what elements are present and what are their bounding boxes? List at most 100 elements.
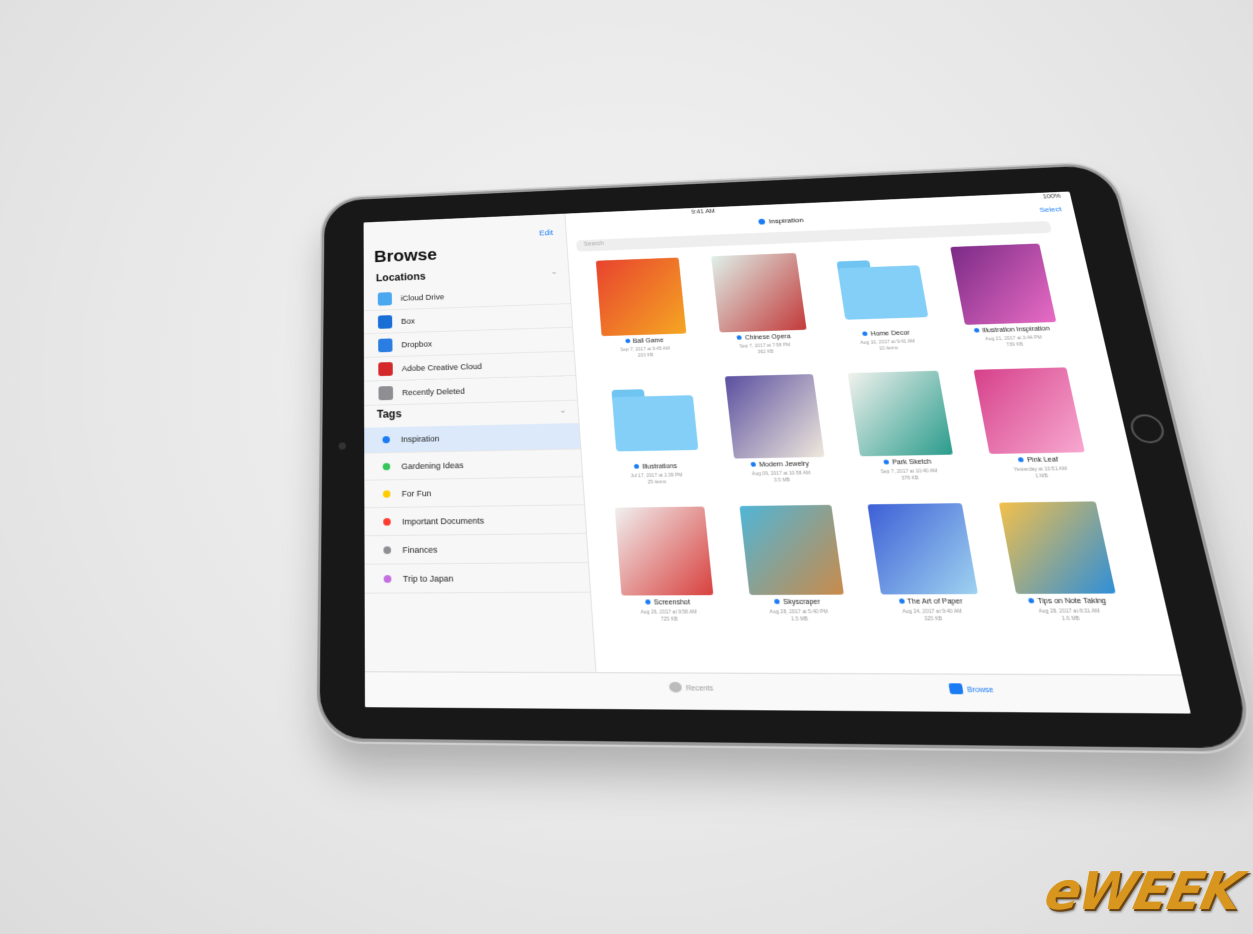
file-thumbnail [739, 504, 844, 596]
file-item[interactable]: Modern Jewelry Aug 09, 2017 at 10:58 AM 3.… [715, 374, 840, 497]
file-thumbnail [614, 506, 714, 596]
file-date: Aug 24, 2017 at 9:40 AM [902, 608, 963, 616]
tag-dot-icon [898, 598, 905, 604]
sidebar-item-label: For Fun [401, 488, 432, 499]
search-placeholder: Search [583, 240, 605, 248]
chevron-down-icon[interactable]: ⌄ [550, 267, 557, 276]
file-item[interactable]: Pink Leaf Yesterday at 10:51 AM 1 MB [963, 367, 1104, 493]
chevron-down-icon[interactable]: ⌄ [559, 405, 567, 415]
file-item[interactable]: The Art of Paper Aug 24, 2017 at 9:40 AM 3… [857, 503, 996, 636]
folder-icon [829, 248, 930, 328]
tag-dot-icon [382, 490, 391, 498]
tag-dot-icon [1028, 598, 1035, 604]
sidebar-item-label: Important Documents [402, 516, 485, 527]
file-item[interactable]: Illustrations Jul 17, 2017 at 1:39 PM 25 i… [595, 377, 713, 498]
sidebar-item-label: Adobe Creative Cloud [401, 362, 483, 373]
file-name: Screenshot [612, 599, 725, 606]
tag-dot-icon [634, 464, 640, 469]
locations-list: iCloud Drive Box Dropbox Adobe Creative Clo… [363, 214, 578, 406]
tab-browse[interactable]: Browse [948, 683, 994, 694]
file-name: Home Decor [832, 329, 942, 338]
sidebar-item-label: Recently Deleted [402, 386, 466, 398]
file-item[interactable]: Ball Game Sep 7, 2017 at 9:45 AM 203 KB [587, 257, 700, 371]
clock-icon [668, 681, 683, 693]
sidebar-item-tag[interactable]: Important Documents [364, 506, 587, 537]
tag-dot-icon [382, 436, 390, 444]
tag-dot-icon [862, 331, 869, 336]
sidebar-item-tag[interactable]: For Fun [364, 478, 585, 509]
folder-body [612, 395, 699, 452]
files-app-screen: iPad 9:41 AM 100% Edit Browse Locations … [363, 191, 1191, 714]
file-name: Ball Game [593, 337, 697, 346]
sidebar-item-tag[interactable]: Finances [364, 534, 589, 565]
dropbox-icon [378, 338, 393, 353]
file-size: 378 KB [901, 475, 920, 482]
file-thumbnail [998, 501, 1116, 594]
sidebar-item-tag[interactable]: Trip to Japan [364, 564, 591, 594]
sidebar-item-label: Box [401, 316, 415, 326]
sidebar-item-tag[interactable]: Gardening Ideas [364, 450, 583, 481]
file-name-label: Park Sketch [891, 458, 932, 467]
file-date: Aug 26, 2017 at 9:58 AM [640, 609, 698, 616]
nav-title: Inspiration [758, 216, 804, 225]
file-item[interactable]: Home Decor Aug 10, 2017 at 9:41 AM 10 item… [820, 248, 947, 364]
file-grid: Ball Game Sep 7, 2017 at 9:45 AM 203 KB Chi… [587, 243, 1156, 647]
file-name-label: Screenshot [653, 599, 691, 607]
tags-list: Inspiration Gardening Ideas For Fun Importa… [364, 214, 591, 594]
file-size: 1 MB [1034, 473, 1049, 480]
tag-dot-icon [383, 546, 392, 555]
file-item[interactable]: Chinese Opera Sep 7, 2017 at 7:58 PM 362 K… [702, 252, 822, 368]
file-size: 1.5 MB [790, 616, 809, 623]
file-size: 25 items [647, 479, 667, 486]
folder-icon [605, 377, 699, 461]
main-content: Inspiration Select Search Ball Game Sep 7… [565, 191, 1191, 713]
file-name: Skyscraper [740, 599, 856, 607]
edit-button[interactable]: Edit [539, 228, 553, 237]
file-name: Park Sketch [851, 458, 966, 467]
file-thumbnail [595, 257, 687, 337]
sidebar-item-label: Finances [402, 544, 438, 555]
photo-background: iPad 9:41 AM 100% Edit Browse Locations … [0, 0, 1253, 934]
tab-recents[interactable]: Recents [668, 681, 714, 693]
creative-cloud-icon [378, 362, 393, 377]
front-camera [338, 442, 346, 450]
cloud-icon [377, 292, 392, 306]
sidebar-item-label: Dropbox [401, 339, 433, 350]
file-item[interactable]: Screenshot Aug 26, 2017 at 9:58 AM 725 KB [605, 506, 728, 636]
sidebar-item-tag[interactable]: Inspiration [364, 423, 581, 454]
file-name: Tips on Note Taking [1006, 598, 1130, 606]
tab-browse-label: Browse [966, 686, 995, 695]
tag-dot-icon [382, 462, 391, 471]
file-item[interactable]: Illustration Inspiration Aug 21, 2017 at … [940, 243, 1074, 361]
file-date: Aug 28, 2017 at 5:40 PM [769, 609, 829, 616]
file-thumbnail [950, 243, 1057, 325]
file-thumbnail [973, 367, 1085, 454]
file-name-label: Illustration Inspiration [981, 325, 1051, 335]
tag-dot-icon [383, 518, 391, 526]
tab-recents-label: Recents [685, 685, 714, 693]
file-item[interactable]: Park Sketch Sep 7, 2017 at 10:40 AM 378 KB [838, 370, 971, 494]
file-name-label: Chinese Opera [744, 333, 791, 342]
tag-dot-icon [774, 598, 781, 605]
file-name: Illustration Inspiration [956, 325, 1069, 335]
sidebar-item-location[interactable]: Recently Deleted [364, 376, 578, 406]
tag-dot-icon [883, 459, 890, 465]
tag-dot-icon [645, 599, 651, 605]
locations-header[interactable]: Locations [376, 271, 426, 284]
file-name: Illustrations [602, 463, 711, 471]
browse-sidebar: Edit Browse Locations ⌄ iCloud Drive Box D… [363, 213, 599, 709]
sidebar-item-label: iCloud Drive [400, 292, 445, 303]
file-item[interactable]: Skyscraper Aug 28, 2017 at 5:40 PM 1.5 MB [729, 504, 860, 636]
select-button[interactable]: Select [1039, 205, 1063, 213]
folder-body [837, 265, 929, 320]
file-thumbnail [724, 374, 825, 459]
tags-header[interactable]: Tags [377, 408, 402, 421]
home-button[interactable] [1127, 414, 1167, 444]
trash-icon [378, 386, 394, 401]
file-name: Chinese Opera [711, 333, 818, 342]
file-item[interactable]: Tips on Note Taking Aug 28, 2017 at 8:31 … [988, 501, 1136, 636]
file-size: 725 KB [660, 616, 679, 623]
ipad-device: iPad 9:41 AM 100% Edit Browse Locations … [319, 164, 1253, 749]
nav-title-label: Inspiration [768, 216, 804, 226]
file-size: 325 KB [924, 616, 943, 623]
